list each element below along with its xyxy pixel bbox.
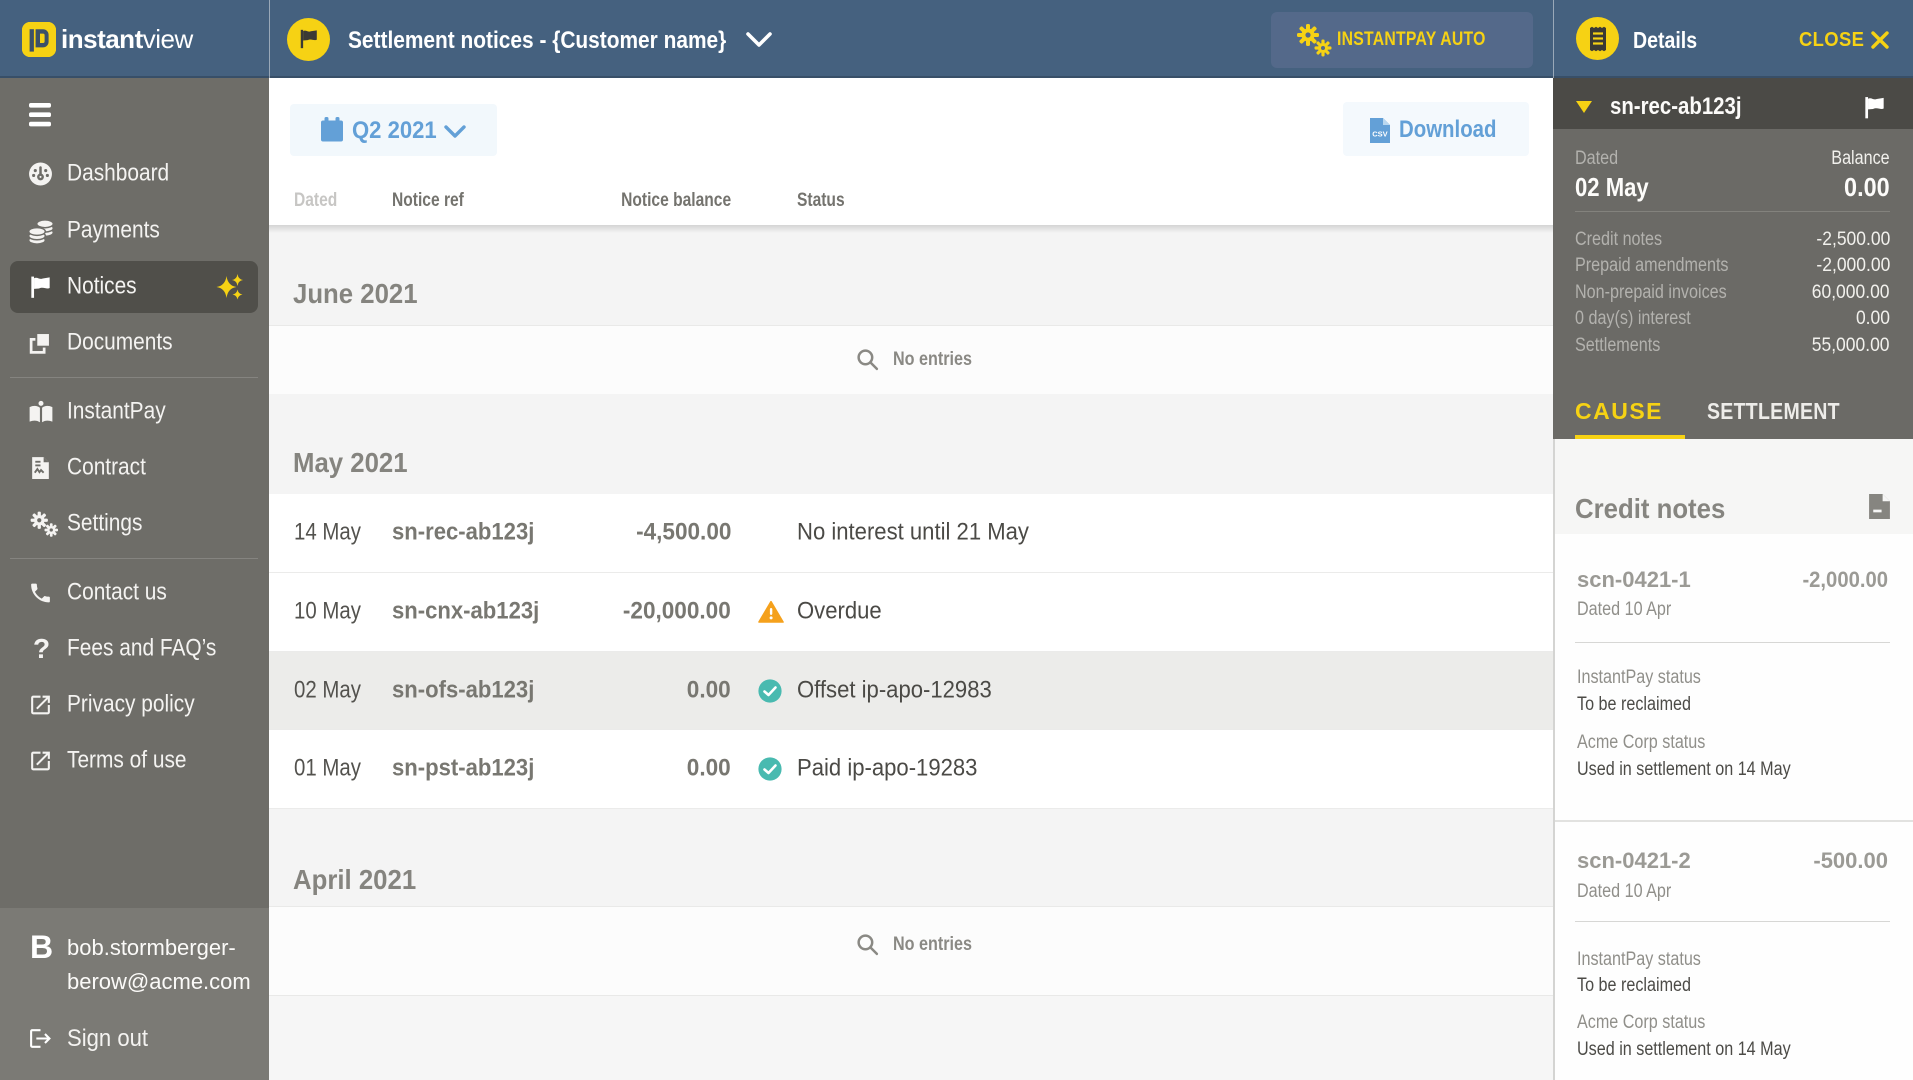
svg-text:CSV: CSV	[1372, 130, 1387, 139]
